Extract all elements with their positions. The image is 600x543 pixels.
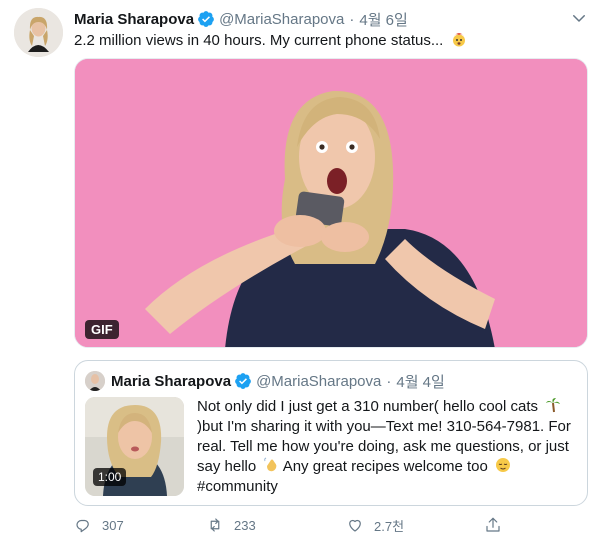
quoted-tweet-text: Not only did I just get a 310 number( he…	[197, 397, 577, 497]
waving-hand-emoji-icon	[263, 457, 279, 473]
tweet-text-content: 2.2 million views in 40 hours. My curren…	[74, 32, 444, 49]
tweet-header: Maria Sharapova @MariaSharapova · 4월 6일	[74, 8, 408, 30]
tweet-text: 2.2 million views in 40 hours. My curren…	[74, 31, 467, 51]
community-hashtag[interactable]: #community	[197, 478, 278, 495]
quoted-tweet-date[interactable]: 4월 4일	[396, 371, 444, 392]
quoted-text-part1: Not only did I just get a 310 number( he…	[197, 398, 543, 415]
palm-tree-emoji-icon	[545, 397, 561, 413]
reply-count: 307	[102, 517, 124, 533]
reply-icon	[76, 519, 89, 533]
separator-dot: ·	[386, 372, 392, 390]
relieved-face-emoji-icon	[495, 457, 511, 473]
share-icon	[486, 517, 500, 532]
tweet-date[interactable]: 4월 6일	[359, 9, 407, 30]
reply-button[interactable]: 307	[74, 516, 124, 534]
like-button[interactable]: 2.7천	[346, 516, 404, 535]
quoted-author-handle[interactable]: @MariaSharapova	[256, 373, 381, 390]
tweet[interactable]: Maria Sharapova @MariaSharapova · 4월 6일 …	[0, 0, 600, 543]
avatar[interactable]	[14, 8, 63, 57]
share-button[interactable]	[484, 516, 512, 534]
quoted-avatar[interactable]	[85, 371, 105, 391]
tweet-actions: 307 233 2.7천	[74, 514, 514, 536]
author-name[interactable]: Maria Sharapova	[74, 11, 194, 28]
gif-badge: GIF	[85, 320, 119, 339]
verified-badge-icon	[197, 10, 215, 28]
exploding-head-emoji-icon	[451, 31, 467, 47]
quoted-tweet[interactable]: Maria Sharapova @MariaSharapova · 4월 4일 …	[74, 360, 588, 506]
quoted-text-part3: Any great recipes welcome too	[279, 458, 492, 475]
quoted-author-name[interactable]: Maria Sharapova	[111, 373, 231, 390]
retweet-count: 233	[234, 517, 256, 533]
separator-dot: ·	[349, 10, 355, 28]
quoted-tweet-header: Maria Sharapova @MariaSharapova · 4월 4일	[111, 370, 445, 392]
video-thumbnail[interactable]: 1:00	[85, 397, 184, 496]
video-duration: 1:00	[93, 468, 127, 486]
chevron-down-icon[interactable]	[570, 9, 588, 27]
heart-icon	[349, 519, 361, 532]
retweet-icon	[210, 518, 220, 532]
gif-media[interactable]: GIF	[74, 58, 588, 348]
retweet-button[interactable]: 233	[206, 516, 256, 534]
verified-badge-icon	[234, 372, 252, 390]
author-handle[interactable]: @MariaSharapova	[219, 11, 344, 28]
like-count: 2.7천	[374, 518, 405, 534]
